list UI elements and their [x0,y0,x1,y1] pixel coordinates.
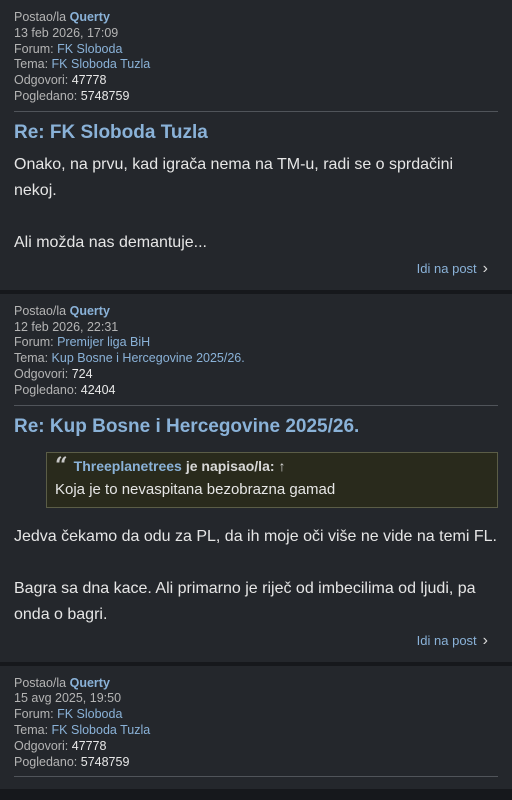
goto-post-link[interactable]: Idi na post › [14,632,498,650]
topic-link[interactable]: Kup Bosne i Hercegovine 2025/26. [52,351,245,365]
author-link[interactable]: Querty [70,676,110,690]
topic-label: Tema: [14,57,49,72]
divider [14,776,498,778]
post-body: Onako, na prvu, kad igrača nema na TM-u,… [14,152,498,256]
post-paragraph: Onako, na prvu, kad igrača nema na TM-u,… [14,155,454,199]
forum-label: Forum: [14,335,54,350]
post-date: 12 feb 2026, 22:31 [14,319,119,334]
replies-label: Odgovori: [14,366,69,381]
replies-count: 724 [71,366,93,381]
posted-by-label: Postao/la [14,675,67,690]
goto-post-label: Idi na post [416,632,477,648]
topic-link[interactable]: FK Sloboda Tuzla [52,57,151,71]
posted-by-label: Postao/la [14,303,67,318]
replies-count: 47778 [71,73,107,88]
post-title[interactable]: Re: Kup Bosne i Hercegovine 2025/26. [14,416,498,438]
views-count: 42404 [80,382,116,397]
forum-label: Forum: [14,707,54,722]
quote-block: “ Threeplanetrees je napisao/la: ↑ Koja … [46,451,498,508]
goto-post-link[interactable]: Idi na post › [14,260,498,278]
post-title[interactable]: Re: FK Sloboda Tuzla [14,122,498,144]
replies-count: 47778 [71,738,107,753]
topic-link[interactable]: FK Sloboda Tuzla [52,723,151,737]
post-paragraph: Ali možda nas demantuje... [14,233,207,251]
forum-link[interactable]: Premijer liga BiH [57,335,150,349]
topic-label: Tema: [14,722,49,737]
arrow-up-icon[interactable]: ↑ [279,457,286,475]
post-paragraph: Bagra sa dna kace. Ali primarno je riječ… [14,579,476,623]
post-meta: Postao/la Querty 13 feb 2026, 17:09 Foru… [14,10,498,105]
goto-post-label: Idi na post [416,260,477,276]
post: Postao/la Querty 13 feb 2026, 17:09 Foru… [0,0,512,294]
views-count: 5748759 [80,88,130,103]
quote-icon: “ [55,452,68,479]
author-link[interactable]: Querty [70,304,110,318]
replies-label: Odgovori: [14,73,69,88]
forum-link[interactable]: FK Sloboda [57,42,122,56]
post-body: Jedva čekamo da odu za PL, da ih moje oč… [14,524,498,628]
divider [14,404,498,406]
quote-header: “ Threeplanetrees je napisao/la: ↑ [55,452,489,479]
post: Postao/la Querty 15 avg 2025, 19:50 Foru… [0,665,512,794]
replies-label: Odgovori: [14,738,69,753]
chevron-right-icon: › [482,259,488,277]
chevron-right-icon: › [482,631,488,649]
views-label: Pogledano: [14,382,78,397]
post: Postao/la Querty 12 feb 2026, 22:31 Foru… [0,293,512,666]
forum-label: Forum: [14,41,54,56]
views-label: Pogledano: [14,88,78,103]
views-count: 5748759 [80,754,130,769]
post-date: 15 avg 2025, 19:50 [14,691,122,706]
author-link[interactable]: Querty [70,10,110,24]
forum-link[interactable]: FK Sloboda [57,707,122,721]
post-paragraph: Jedva čekamo da odu za PL, da ih moje oč… [14,527,497,545]
post-list: Postao/la Querty 13 feb 2026, 17:09 Foru… [0,0,512,794]
topic-label: Tema: [14,351,49,366]
quote-wrote-label: je napisao/la: [185,457,275,474]
posted-by-label: Postao/la [14,10,67,24]
post-meta: Postao/la Querty 15 avg 2025, 19:50 Foru… [14,676,498,771]
post-meta: Postao/la Querty 12 feb 2026, 22:31 Foru… [14,304,498,399]
post-date: 13 feb 2026, 17:09 [14,25,119,40]
quote-text: Koja je to nevaspitana bezobrazna gamad [55,480,336,498]
quote-author-link[interactable]: Threeplanetrees [74,457,182,475]
divider [14,110,498,112]
views-label: Pogledano: [14,754,78,769]
